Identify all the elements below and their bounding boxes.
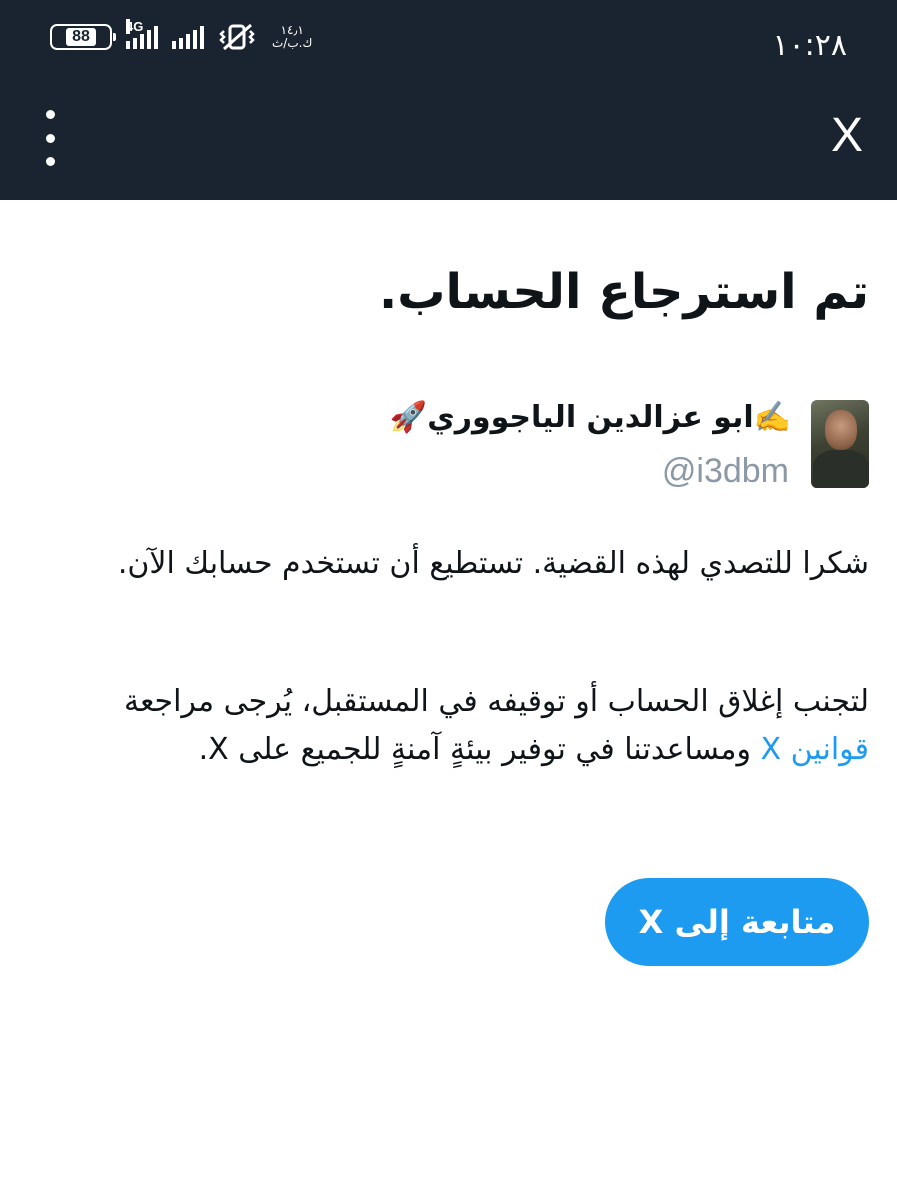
status-indicators: 88 4G ١٤٫١ ك.ب/ث: [50, 19, 312, 52]
top-bar: 88 4G ١٤٫١ ك.ب/ث ١٠:٢٨ X: [0, 0, 897, 200]
network-type: 4G: [126, 19, 144, 34]
x-logo[interactable]: X: [831, 108, 863, 164]
battery-icon: 88: [50, 24, 116, 50]
rules-text-part1: لتجنب إغلاق الحساب أو توقيفه في المستقبل…: [124, 684, 869, 719]
network-speed: ١٤٫١ ك.ب/ث: [272, 24, 312, 50]
x-rules-link[interactable]: قوانين X: [760, 732, 869, 767]
rules-text: لتجنب إغلاق الحساب أو توقيفه في المستقبل…: [69, 678, 869, 774]
user-handle: @i3dbm: [661, 452, 789, 490]
more-options-icon[interactable]: [40, 110, 60, 166]
continue-to-x-button[interactable]: متابعة إلى X: [605, 878, 869, 966]
rules-text-part2: ومساعدتنا في توفير بيئةٍ آمنةٍ للجميع عل…: [198, 732, 751, 767]
speed-unit: ك.ب/ث: [272, 36, 313, 50]
avatar: [811, 400, 869, 488]
battery-level: 88: [66, 28, 96, 46]
status-time: ١٠:٢٨: [772, 28, 847, 63]
page-title: تم استرجاع الحساب.: [378, 264, 869, 320]
signal-icon: [172, 25, 204, 49]
signal-4g-icon: 4G: [126, 19, 158, 49]
confirmation-text: شكرا للتصدي لهذه القضية. تستطيع أن تستخد…: [117, 546, 869, 581]
user-display-name: ✍️ابو عزالدين الياجووري🚀: [389, 400, 791, 435]
vibrate-off-icon: [219, 23, 255, 51]
